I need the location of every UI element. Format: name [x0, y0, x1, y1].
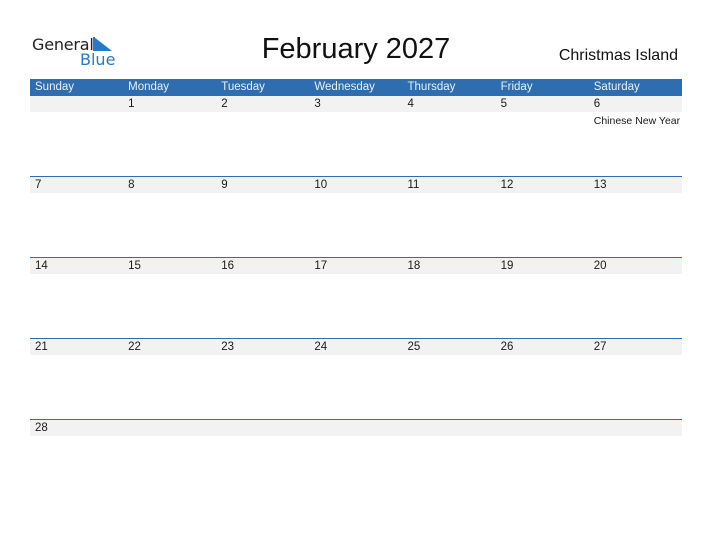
- day-cell: [309, 420, 402, 436]
- day-number: 23: [221, 341, 235, 353]
- day-cell: 6 Chinese New Year: [589, 96, 682, 128]
- week-row: 7 8 9 10 11 12 13: [30, 176, 682, 258]
- day-cell: [589, 420, 682, 436]
- day-number: 9: [221, 179, 228, 191]
- weekday-friday: Friday: [500, 81, 533, 93]
- day-cell: [30, 96, 123, 128]
- day-cell: 11: [403, 177, 496, 193]
- weeks-container: 1 2 3 4 5 6 Chinese New Year 7 8 9 10 11 12 13 14 15 16 1…: [30, 96, 682, 501]
- weekday-sunday: Sunday: [35, 81, 75, 93]
- weekday-header-row: Sunday Monday Tuesday Wednesday Thursday…: [30, 79, 682, 96]
- day-cell: 17: [309, 258, 402, 274]
- day-cell: 20: [589, 258, 682, 274]
- day-number: [221, 420, 309, 436]
- day-number: 15: [128, 260, 141, 272]
- day-number: 20: [593, 260, 607, 272]
- day-number: 28: [35, 422, 48, 434]
- day-cell: 16: [216, 258, 309, 274]
- day-number: 13: [593, 179, 607, 191]
- week-cells: 1 2 3 4 5 6 Chinese New Year: [30, 96, 682, 128]
- week-cells: 14 15 16 17 18 19 20: [30, 258, 682, 274]
- day-cell: 3: [309, 96, 402, 128]
- day-cell: 24: [309, 339, 402, 355]
- week-row: 14 15 16 17 18 19 20: [30, 257, 682, 339]
- day-cell: 28: [30, 420, 123, 436]
- country-name: Christmas Island: [558, 47, 678, 64]
- day-number: 27: [593, 341, 607, 353]
- day-number: 1: [128, 98, 135, 110]
- weekday-saturday: Saturday: [593, 81, 640, 93]
- day-number: 25: [407, 341, 421, 353]
- weekday-monday: Monday: [128, 81, 170, 93]
- day-cell: 1: [123, 96, 216, 128]
- day-cell: 19: [496, 258, 589, 274]
- day-number: 21: [35, 341, 48, 353]
- day-cell: 25: [403, 339, 496, 355]
- day-cell: 18: [403, 258, 496, 274]
- holiday-label: Chinese New Year: [593, 115, 681, 127]
- weekday-wednesday: Wednesday: [314, 81, 375, 93]
- day-cell: 9: [216, 177, 309, 193]
- day-cell: 5: [496, 96, 589, 128]
- weekday-thursday: Thursday: [407, 81, 456, 93]
- week-cells: 7 8 9 10 11 12 13: [30, 177, 682, 193]
- day-number: 14: [35, 260, 48, 272]
- day-number: [594, 420, 682, 436]
- day-cell: [123, 420, 216, 436]
- day-number: [35, 96, 123, 112]
- day-number: [128, 420, 216, 436]
- week-cells: 21 22 23 24 25 26 27: [30, 339, 682, 355]
- day-cell: [496, 420, 589, 436]
- day-number: 6: [593, 98, 601, 110]
- day-cell: 15: [123, 258, 216, 274]
- day-cell: 10: [309, 177, 402, 193]
- day-number: [314, 420, 402, 436]
- day-number: 4: [407, 98, 414, 110]
- day-number: [408, 420, 496, 436]
- day-number: 11: [407, 179, 420, 191]
- weekday-tuesday: Tuesday: [221, 81, 265, 93]
- day-number: 19: [500, 260, 514, 272]
- calendar-grid: Sunday Monday Tuesday Wednesday Thursday…: [30, 79, 682, 501]
- day-cell: 22: [123, 339, 216, 355]
- day-cell: 14: [30, 258, 123, 274]
- week-row: 21 22 23 24 25 26 27: [30, 338, 682, 420]
- day-cell: 23: [216, 339, 309, 355]
- day-cell: [216, 420, 309, 436]
- day-number: 8: [128, 179, 135, 191]
- day-number: 5: [500, 98, 508, 110]
- day-cell: 4: [403, 96, 496, 128]
- day-cell: 2: [216, 96, 309, 128]
- day-cell: 8: [123, 177, 216, 193]
- day-cell: 26: [496, 339, 589, 355]
- day-cell: 12: [496, 177, 589, 193]
- week-row: 28: [30, 419, 682, 501]
- day-number: 17: [314, 260, 328, 272]
- day-number: 2: [221, 98, 228, 110]
- day-number: 24: [314, 341, 328, 353]
- day-cell: [403, 420, 496, 436]
- day-number: 10: [314, 179, 328, 191]
- day-number: 12: [500, 179, 514, 191]
- day-number: 22: [128, 341, 141, 353]
- day-cell: 13: [589, 177, 682, 193]
- week-row: 1 2 3 4 5 6 Chinese New Year: [30, 96, 682, 177]
- day-number: [501, 420, 589, 436]
- day-cell: 7: [30, 177, 123, 193]
- week-cells: 28: [30, 420, 682, 436]
- day-cell: 21: [30, 339, 123, 355]
- day-number: 16: [221, 260, 235, 272]
- day-cell: 27: [589, 339, 682, 355]
- day-number: 18: [407, 260, 421, 272]
- day-number: 7: [35, 179, 42, 191]
- day-number: 3: [314, 98, 321, 110]
- day-number: 26: [500, 341, 514, 353]
